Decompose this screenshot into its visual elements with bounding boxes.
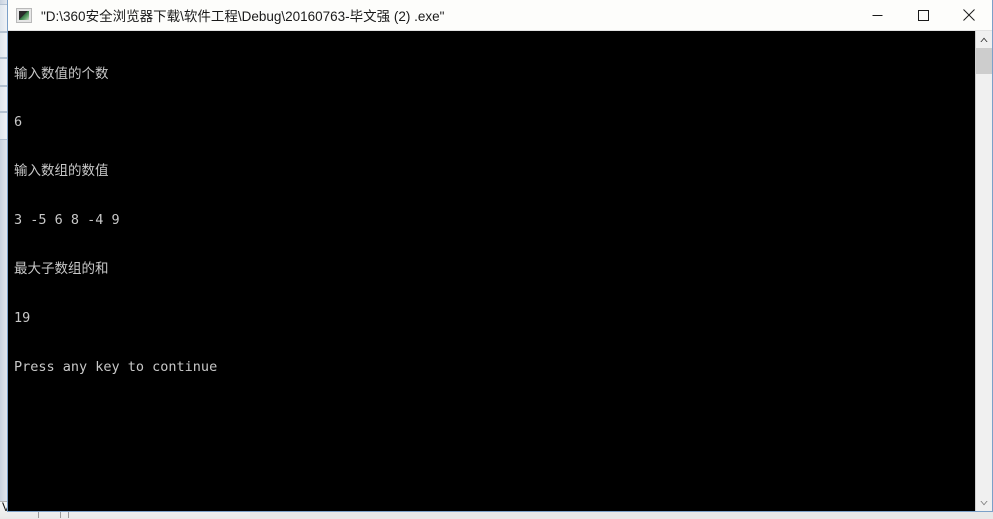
console-vertical-scrollbar[interactable] bbox=[975, 31, 992, 511]
scroll-up-arrow[interactable] bbox=[976, 31, 992, 48]
scroll-down-arrow[interactable] bbox=[976, 494, 992, 511]
minimize-button[interactable] bbox=[854, 0, 900, 30]
title-bar[interactable]: "D:\360安全浏览器下载\软件工程\Debug\20160763-毕文强 (… bbox=[8, 0, 992, 31]
maximize-button[interactable] bbox=[900, 0, 946, 30]
console-line: 19 bbox=[14, 310, 31, 327]
window-controls bbox=[854, 0, 992, 30]
console-line: 输入数值的个数 bbox=[14, 65, 109, 82]
console-line: 输入数组的数值 bbox=[14, 163, 109, 180]
console-client-area: 输入数值的个数 6 输入数组的数值 3 -5 6 8 -4 9 最大子数组的和 … bbox=[8, 31, 992, 511]
console-line: 最大子数组的和 bbox=[14, 261, 109, 278]
close-button[interactable] bbox=[946, 0, 992, 30]
window-title: "D:\360安全浏览器下载\软件工程\Debug\20160763-毕文强 (… bbox=[41, 9, 445, 24]
scrollbar-thumb[interactable] bbox=[976, 48, 992, 74]
console-window: "D:\360安全浏览器下载\软件工程\Debug\20160763-毕文强 (… bbox=[7, 0, 993, 512]
console-line: 6 bbox=[14, 114, 23, 131]
console-line: 3 -5 6 8 -4 9 bbox=[14, 212, 120, 229]
scrollbar-track[interactable] bbox=[976, 48, 992, 494]
console-line: Press any key to continue bbox=[14, 358, 218, 375]
console-output[interactable]: 输入数值的个数 6 输入数组的数值 3 -5 6 8 -4 9 最大子数组的和 … bbox=[8, 31, 975, 511]
console-app-icon bbox=[16, 7, 32, 23]
